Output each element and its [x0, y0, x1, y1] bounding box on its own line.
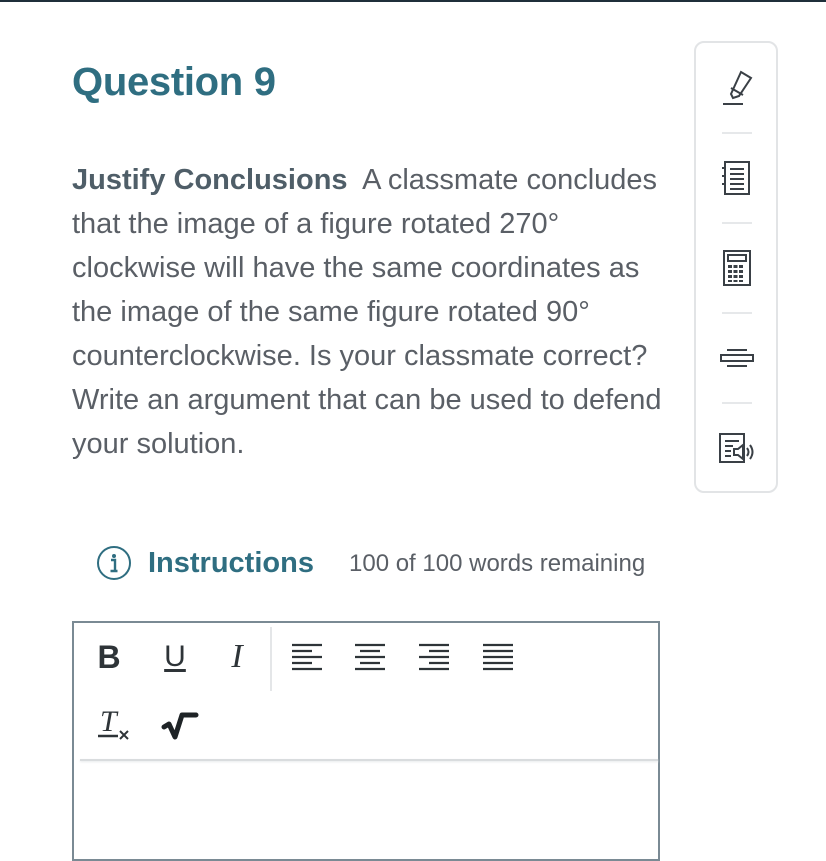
question-text: Justify Conclusions A classmate conclude… — [72, 158, 672, 466]
align-right-button[interactable] — [415, 639, 453, 675]
editor-toolbar: B U I T — [74, 623, 658, 761]
response-editor: B U I T — [72, 621, 660, 861]
clear-format-button[interactable]: T — [96, 705, 136, 745]
highlighter-button[interactable] — [714, 65, 760, 111]
notepad-icon — [722, 161, 750, 195]
question-body: A classmate concludes that the image of … — [72, 164, 662, 460]
tools-panel — [694, 41, 778, 493]
word-count: 100 of 100 words remaining — [349, 550, 646, 577]
tool-separator — [722, 222, 752, 224]
calculator-icon — [723, 250, 751, 286]
text-to-speech-button[interactable] — [714, 425, 760, 471]
tool-separator — [722, 312, 752, 314]
tool-separator — [722, 132, 752, 134]
tool-separator — [722, 402, 752, 404]
bold-button[interactable]: B — [92, 637, 126, 677]
calculator-button[interactable] — [714, 245, 760, 291]
toolbar-bottom-border — [80, 759, 658, 761]
question-title: Question 9 — [72, 60, 276, 104]
toolbar-divider — [270, 627, 272, 691]
top-rule — [0, 0, 826, 2]
svg-text:T: T — [100, 705, 119, 738]
instructions-label[interactable]: Instructions — [148, 547, 314, 580]
align-center-icon — [355, 643, 385, 671]
math-equation-button[interactable] — [160, 705, 200, 745]
math-sqrt-icon — [161, 712, 199, 740]
info-icon — [97, 546, 131, 580]
italic-button[interactable]: I — [220, 637, 254, 677]
notepad-button[interactable] — [714, 155, 760, 201]
question-lead: Justify Conclusions — [72, 164, 348, 196]
align-center-button[interactable] — [351, 639, 389, 675]
align-left-button[interactable] — [288, 639, 326, 675]
align-justify-icon — [483, 643, 513, 671]
align-left-icon — [292, 643, 322, 671]
text-to-speech-icon — [719, 433, 754, 463]
line-reader-icon — [720, 349, 754, 367]
toolbar-row: B U I — [74, 623, 658, 691]
clear-format-icon: T — [98, 705, 129, 740]
line-reader-button[interactable] — [714, 335, 760, 381]
highlighter-icon — [723, 70, 753, 105]
align-justify-button[interactable] — [479, 639, 517, 675]
instructions-toggle[interactable]: Instructions — [96, 543, 314, 583]
align-right-icon — [419, 643, 449, 671]
underline-button[interactable]: U — [158, 637, 192, 677]
